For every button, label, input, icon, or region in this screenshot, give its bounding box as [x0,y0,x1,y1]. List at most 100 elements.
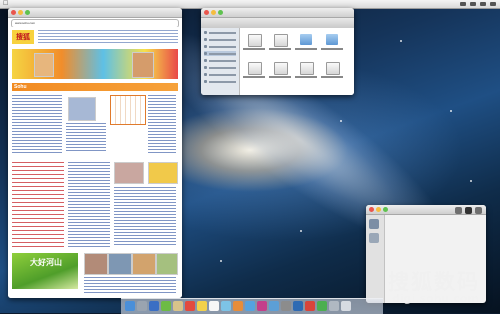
calendar-widget[interactable] [110,95,146,125]
star [400,40,402,42]
sidebar-item[interactable] [204,65,236,70]
finder-file-grid [240,28,354,95]
news-column-left[interactable] [12,95,62,155]
finder-window [201,8,354,95]
file-label [243,48,265,50]
launchpad-dock-icon[interactable] [137,301,147,311]
prefs-sidebar [366,215,385,303]
calendar-dock-icon[interactable] [185,301,195,311]
star [220,260,222,262]
facetime-dock-icon[interactable] [161,301,171,311]
apple-icon[interactable]:  [3,0,8,8]
document-icon[interactable] [248,62,262,75]
prefs-toolbar [455,207,482,214]
watermark-url: digi.sohu.com [392,292,479,305]
gallery-photo[interactable] [156,253,178,275]
file-label [243,76,265,78]
appstore-dock-icon[interactable] [269,301,279,311]
news-column-mid2[interactable] [68,162,110,247]
close-button[interactable] [11,10,16,15]
sidebar-item-selected[interactable] [204,51,236,56]
sidebar-item[interactable] [204,79,236,84]
browser-window: www.sohu.com 搜狐 Sohu 大好河山 [8,8,182,298]
document-icon[interactable] [300,62,314,75]
nav-links[interactable] [38,30,178,44]
sidebar-item[interactable] [204,72,236,77]
app-dock-icon[interactable] [317,301,327,311]
file-label [269,48,291,50]
star [470,180,472,182]
sidebar-item[interactable] [204,58,236,63]
zoom-button[interactable] [218,10,223,15]
sohu-homepage: 搜狐 Sohu 大好河山 [8,27,182,298]
app-dock-icon[interactable] [293,301,303,311]
downloads-dock-icon[interactable] [329,301,339,311]
trash-dock-icon[interactable] [341,301,351,311]
volume-icon[interactable] [470,2,476,6]
close-button[interactable] [204,10,209,15]
sohu-logo[interactable]: 搜狐 [12,30,34,44]
file-label [321,48,343,50]
folder-icon[interactable] [326,34,338,45]
account-icon[interactable] [369,233,379,243]
maps-dock-icon[interactable] [221,301,231,311]
sidebar-item[interactable] [204,44,236,49]
minimize-button[interactable] [211,10,216,15]
browser-titlebar [8,8,182,18]
zoom-button[interactable] [383,207,388,212]
bamboo-banner[interactable]: 大好河山 [12,253,78,289]
file-label [321,76,343,78]
toolbar-icon[interactable] [455,207,462,214]
notes-dock-icon[interactable] [197,301,207,311]
document-icon[interactable] [274,34,288,47]
gallery-photo[interactable] [108,253,132,275]
account-icon[interactable] [369,219,379,229]
folder-icon[interactable] [300,34,312,45]
news-column-right[interactable] [148,95,176,155]
file-label [295,48,317,50]
minimize-button[interactable] [376,207,381,212]
close-button[interactable] [369,207,374,212]
feature-photo[interactable] [148,162,178,184]
star [450,110,452,112]
toolbar-icon[interactable] [475,207,482,214]
finder-titlebar [201,8,354,18]
gallery-photo[interactable] [132,253,156,275]
minimize-button[interactable] [18,10,23,15]
wifi-icon[interactable] [460,2,466,6]
feature-photo[interactable] [114,162,144,184]
ad-banner[interactable] [12,49,178,79]
battery-icon[interactable] [480,2,486,6]
gallery-photo[interactable] [84,253,108,275]
banner-photo [132,52,154,78]
app-dock-icon[interactable] [305,301,315,311]
section-tag: Sohu [14,84,27,90]
safari-dock-icon[interactable] [149,301,159,311]
toolbar-icon[interactable] [465,207,472,214]
file-label [269,76,291,78]
contacts-dock-icon[interactable] [173,301,183,311]
sidebar-item[interactable] [204,37,236,42]
headline-list[interactable] [12,162,64,247]
star [300,230,302,232]
news-photo[interactable] [68,97,96,121]
document-icon[interactable] [248,34,262,47]
finder-dock-icon[interactable] [125,301,135,311]
messages-dock-icon[interactable] [245,301,255,311]
menu-extras [460,0,496,8]
zoom-button[interactable] [25,10,30,15]
star [340,120,342,122]
footer-links[interactable] [84,277,176,295]
sidebar-item[interactable] [204,30,236,35]
itunes-dock-icon[interactable] [257,301,267,311]
prefs-titlebar [366,205,486,215]
photos-dock-icon[interactable] [233,301,243,311]
document-icon[interactable] [274,62,288,75]
dock [121,298,383,314]
document-icon[interactable] [326,62,340,75]
reminders-dock-icon[interactable] [209,301,219,311]
preferences-dock-icon[interactable] [281,301,291,311]
news-column-mid[interactable] [66,123,106,153]
news-column-bottom[interactable] [114,187,176,247]
search-icon[interactable] [490,2,496,6]
